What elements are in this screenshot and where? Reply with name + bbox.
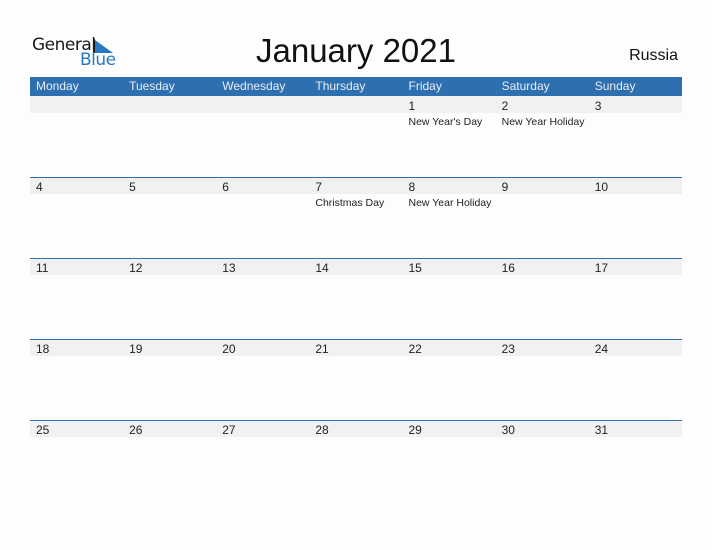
day-number: 3 [594, 99, 602, 113]
week-cells: 25 26 27 28 29 30 31 [30, 420, 682, 501]
day-cell: 2 New Year Holiday [496, 96, 589, 177]
day-cell: 17 [589, 258, 682, 339]
day-number: 15 [408, 261, 422, 275]
day-number: 29 [408, 423, 422, 437]
day-cell: 18 [30, 339, 123, 420]
day-cell: 12 [123, 258, 216, 339]
day-number: 14 [315, 261, 329, 275]
weekday-monday: Monday [36, 79, 79, 93]
day-cell: 3 [589, 96, 682, 177]
day-number: 31 [594, 423, 609, 437]
day-number: 6 [222, 180, 229, 194]
weekday-wednesday: Wednesday [222, 79, 286, 93]
day-number: 27 [222, 423, 236, 437]
day-cell: 28 [309, 420, 402, 501]
holiday-label: Christmas Day [315, 197, 385, 209]
day-number: 16 [501, 261, 515, 275]
day-cell: 5 [123, 177, 216, 258]
day-number: 20 [222, 342, 236, 356]
week-cells: 11 12 13 14 15 16 17 [30, 258, 682, 339]
day-cell: 9 [496, 177, 589, 258]
day-cell: 13 [216, 258, 309, 339]
day-cell: 11 [30, 258, 123, 339]
day-number: 7 [315, 180, 323, 194]
day-cell: 15 [403, 258, 496, 339]
day-cell [123, 96, 216, 177]
day-number: 8 [408, 180, 416, 194]
day-number: 25 [36, 423, 50, 437]
day-number: 22 [408, 342, 422, 356]
day-cell: 23 [496, 339, 589, 420]
day-number: 19 [129, 342, 143, 356]
day-cell: 1 New Year's Day [403, 96, 496, 177]
country-label: Russia [629, 47, 678, 64]
day-cell: 4 [30, 177, 123, 258]
day-cell: 16 [496, 258, 589, 339]
week-cells: 4 5 6 7 Christmas Day 8 New Year Holiday 9 10 [30, 177, 682, 258]
calendar-title: January 2021 [256, 32, 456, 69]
day-number: 11 [36, 261, 49, 275]
day-cell [309, 96, 402, 177]
day-cell: 29 [403, 420, 496, 501]
day-cell: 25 [30, 420, 123, 501]
day-cell: 14 [309, 258, 402, 339]
holiday-label: New Year Holiday [408, 197, 492, 209]
weekday-friday: Friday [408, 79, 442, 93]
weekday-header: Monday Tuesday Wednesday Thursday Friday… [30, 77, 682, 96]
day-cell: 10 [589, 177, 682, 258]
week-row: 1 New Year's Day 2 New Year Holiday 3 [30, 96, 682, 177]
day-number: 12 [129, 261, 143, 275]
day-cell: 20 [216, 339, 309, 420]
day-cell: 26 [123, 420, 216, 501]
day-number: 24 [594, 342, 609, 356]
day-number: 5 [129, 180, 136, 194]
day-cell: 19 [123, 339, 216, 420]
day-number: 28 [315, 423, 329, 437]
day-number: 18 [36, 342, 50, 356]
week-row: 18 19 20 21 22 23 24 [30, 339, 682, 420]
day-number: 21 [315, 342, 329, 356]
week-cells: 18 19 20 21 22 23 24 [30, 339, 682, 420]
weekday-sunday: Sunday [594, 79, 636, 93]
day-cell: 31 [589, 420, 682, 501]
day-cell: 27 [216, 420, 309, 501]
day-number: 10 [594, 180, 609, 194]
week-row: 25 26 27 28 29 30 31 [30, 420, 682, 501]
day-number: 17 [594, 261, 609, 275]
week-row: 11 12 13 14 15 16 17 [30, 258, 682, 339]
day-cell: 7 Christmas Day [309, 177, 402, 258]
day-cell [216, 96, 309, 177]
weekday-saturday: Saturday [501, 79, 550, 93]
day-number: 2 [501, 99, 509, 113]
week-cells: 1 New Year's Day 2 New Year Holiday 3 [30, 96, 682, 177]
day-number: 4 [36, 180, 43, 194]
day-number: 23 [501, 342, 515, 356]
day-cell: 21 [309, 339, 402, 420]
day-number: 9 [501, 180, 509, 194]
day-cell [30, 96, 123, 177]
day-cell: 22 [403, 339, 496, 420]
week-row: 4 5 6 7 Christmas Day 8 New Year Holiday 9 10 [30, 177, 682, 258]
weekday-thursday: Thursday [315, 79, 366, 93]
day-number: 1 [408, 99, 416, 113]
day-cell: 6 [216, 177, 309, 258]
day-cell: 30 [496, 420, 589, 501]
day-number: 26 [129, 423, 143, 437]
weekday-tuesday: Tuesday [129, 79, 175, 93]
holiday-label: New Year's Day [408, 116, 483, 128]
day-number: 30 [501, 423, 515, 437]
holiday-label: New Year Holiday [501, 116, 585, 128]
day-cell: 8 New Year Holiday [403, 177, 496, 258]
day-number: 13 [222, 261, 236, 275]
day-cell: 24 [589, 339, 682, 420]
